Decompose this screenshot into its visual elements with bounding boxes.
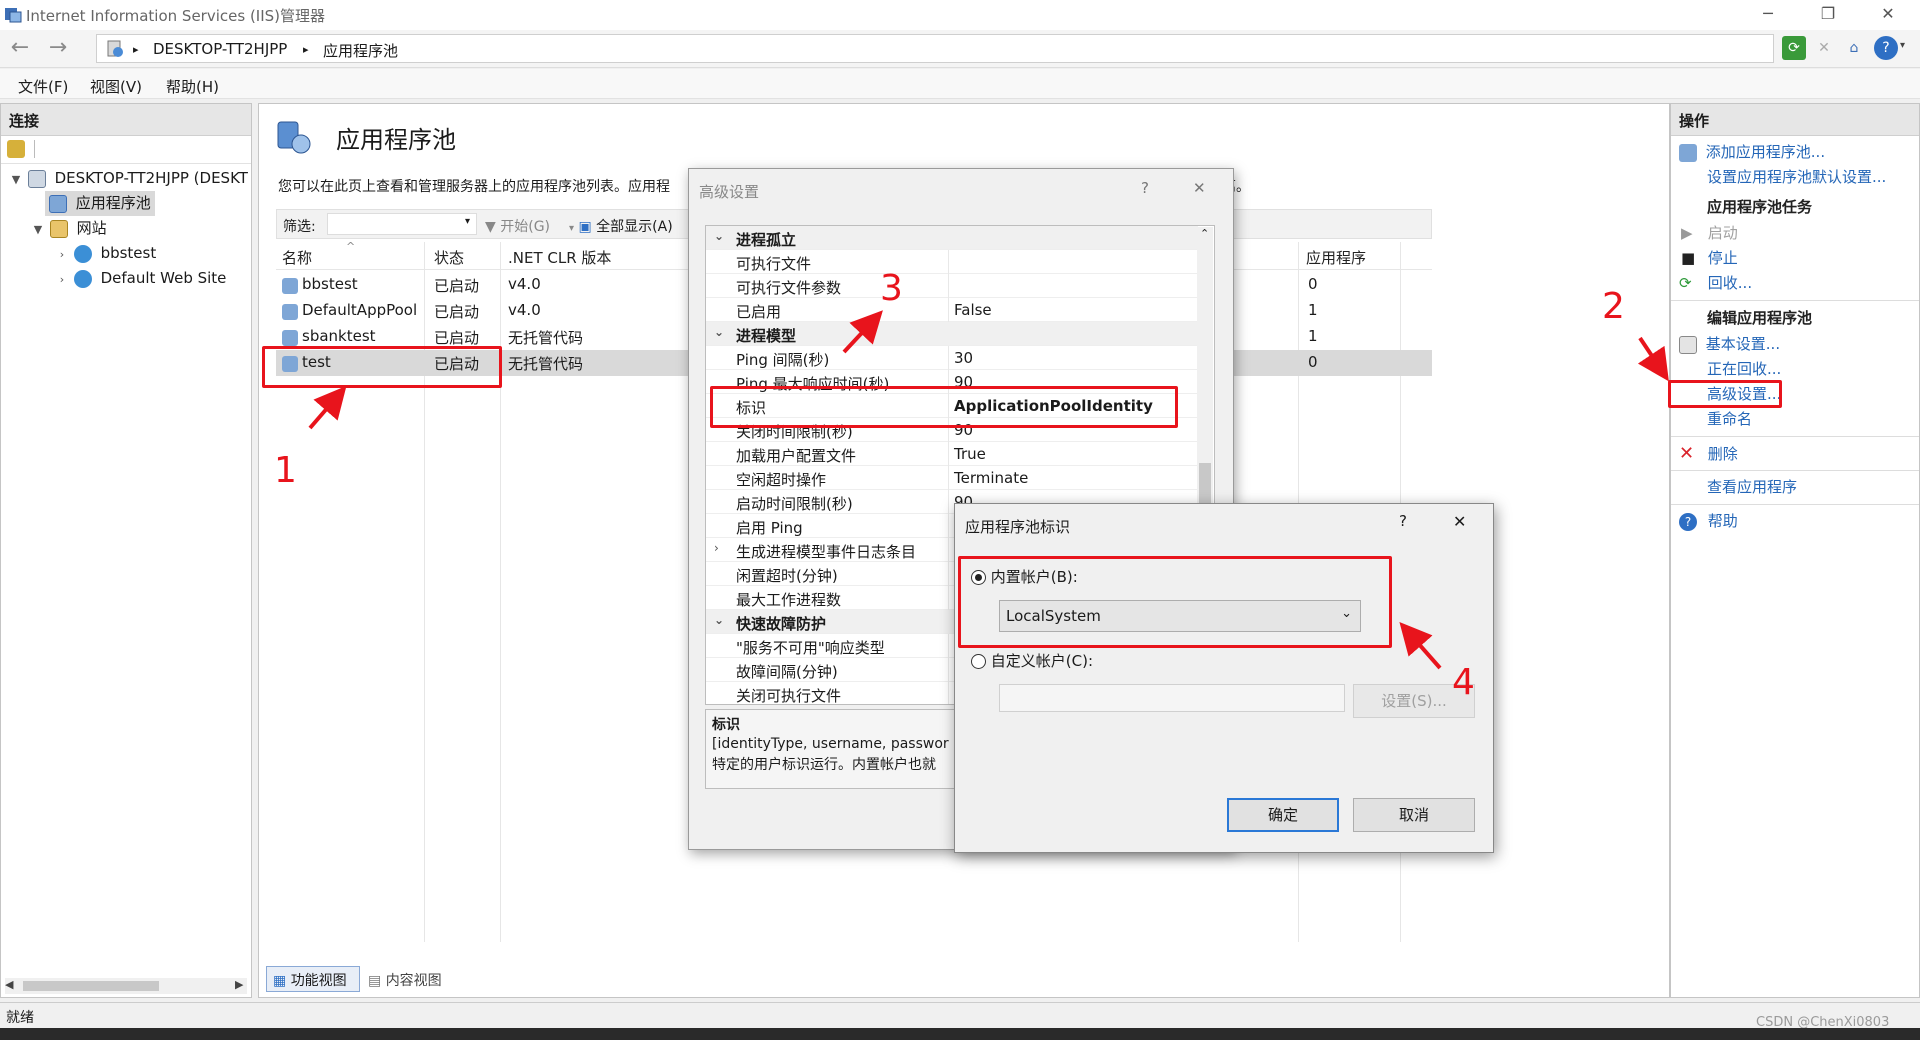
status-bar: 就绪 CSDN @ChenXi0803 (0, 1002, 1920, 1030)
taskbar-strip (0, 1028, 1920, 1040)
annotation-arrow-2 (1637, 336, 1669, 382)
annotation-arrow-4 (1399, 622, 1442, 670)
annotation-arrows (308, 310, 1669, 670)
annotation-arrow-1 (308, 385, 347, 430)
annotation-arrow-3 (842, 310, 883, 354)
status-text: 就绪 (6, 1010, 34, 1026)
